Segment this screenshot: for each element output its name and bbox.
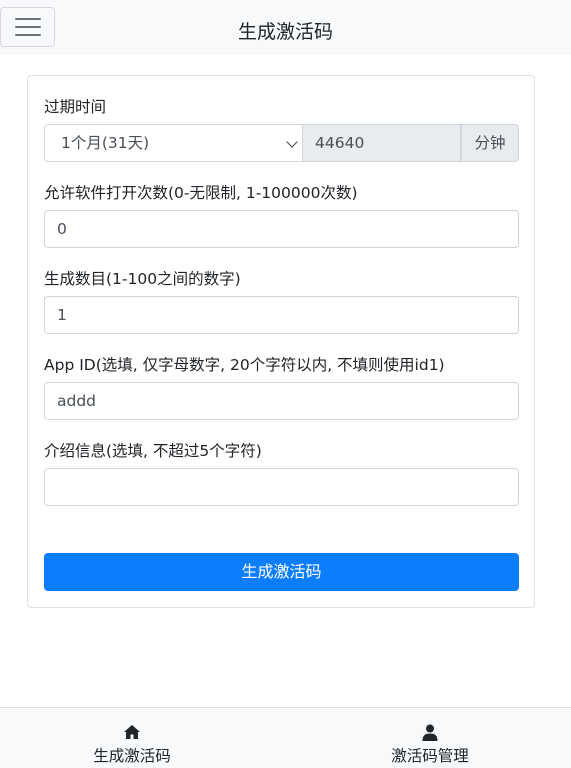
tab-manage-label: 激活码管理 <box>391 747 469 765</box>
expiry-select-value: 1个月(31天) <box>61 134 150 152</box>
chevron-down-icon <box>286 136 298 148</box>
minutes-unit-addon: 分钟 <box>461 124 519 162</box>
generate-count-label: 生成数目(1-100之间的数字) <box>44 270 241 288</box>
tab-manage[interactable]: 激活码管理 <box>350 708 510 768</box>
page-title: 生成激活码 <box>237 21 333 43</box>
open-count-label: 允许软件打开次数(0-无限制, 1-100000次数) <box>44 184 358 202</box>
bottom-tab-bar: 生成激活码 激活码管理 <box>0 707 571 768</box>
intro-input[interactable] <box>44 468 519 506</box>
expiry-minutes-field: 44640 <box>303 124 461 162</box>
generate-count-input[interactable]: 1 <box>44 296 519 334</box>
app-id-label: App ID(选填, 仅字母数字, 20个字符以内, 不填则使用id1) <box>44 356 445 374</box>
expiry-select[interactable]: 1个月(31天) <box>44 124 303 162</box>
generate-button[interactable]: 生成激活码 <box>44 553 519 591</box>
top-navbar: 生成激活码 <box>0 0 571 55</box>
intro-label: 介绍信息(选填, 不超过5个字符) <box>44 442 262 460</box>
tab-generate-label: 生成激活码 <box>93 747 171 765</box>
expiry-label: 过期时间 <box>44 98 107 116</box>
open-count-input[interactable]: 0 <box>44 210 519 248</box>
app-id-input[interactable]: addd <box>44 382 519 420</box>
tab-generate[interactable]: 生成激活码 <box>52 708 212 768</box>
home-icon <box>124 725 140 739</box>
user-icon <box>422 724 438 741</box>
